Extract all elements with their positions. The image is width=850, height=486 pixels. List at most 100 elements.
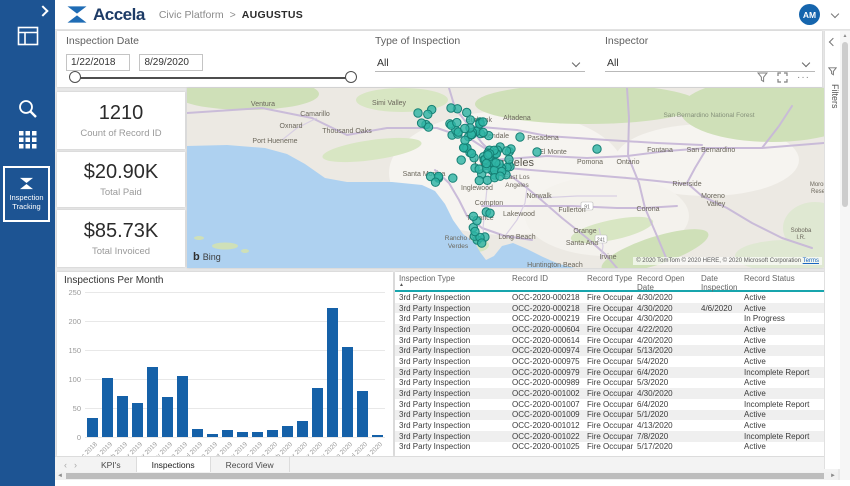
column-header-inspection-type[interactable]: Inspection Type▲ — [395, 274, 508, 287]
terms-link[interactable]: Terms — [803, 258, 819, 264]
map-data-point[interactable] — [459, 144, 467, 152]
map-data-point[interactable] — [486, 209, 494, 217]
accela-logo[interactable]: Accela — [66, 5, 145, 25]
map-data-point[interactable] — [461, 124, 469, 132]
bar-nov-2019[interactable] — [237, 432, 248, 437]
slider-track[interactable] — [75, 77, 351, 79]
table-row[interactable]: 3rd Party InspectionOCC-2020-000614Fire … — [395, 335, 836, 346]
map-data-point[interactable] — [475, 176, 483, 184]
bar-oct-2019[interactable] — [222, 430, 233, 437]
column-header-date-inspection[interactable]: Date Inspection — [697, 274, 740, 292]
map-data-point[interactable] — [496, 172, 504, 180]
map-data-point[interactable] — [484, 151, 492, 159]
date-end-input[interactable]: 8/29/2020 — [139, 54, 203, 71]
table-row[interactable]: 3rd Party InspectionOCC-2020-001009Fire … — [395, 410, 836, 421]
sidebar-item-apps[interactable] — [0, 130, 55, 150]
map-data-point[interactable] — [502, 147, 510, 155]
table-row[interactable]: 3rd Party InspectionOCC-2020-000975Fire … — [395, 356, 836, 367]
bing-map[interactable]: 91241 VenturaCamarilloSimi ValleyOxnardT… — [187, 88, 824, 268]
column-header-record-open-date[interactable]: Record Open Date — [633, 274, 697, 292]
map-data-point[interactable] — [482, 159, 490, 167]
map-data-point[interactable] — [593, 145, 601, 153]
table-row[interactable]: 3rd Party InspectionOCC-2020-000604Fire … — [395, 324, 836, 335]
breadcrumb-app[interactable]: Civic Platform — [159, 9, 224, 21]
map-data-point[interactable] — [516, 133, 524, 141]
tab-inspections[interactable]: Inspections — [137, 457, 211, 472]
sidebar-item-inspection-tracking[interactable]: Inspection Tracking — [3, 166, 50, 222]
table-row[interactable]: 3rd Party InspectionOCC-2020-001007Fire … — [395, 399, 836, 410]
page-scroll-up-icon[interactable]: ▲ — [840, 33, 850, 39]
map-data-point[interactable] — [466, 116, 474, 124]
table-row[interactable]: 3rd Party InspectionOCC-2020-000989Fire … — [395, 378, 836, 389]
map-data-point[interactable] — [471, 227, 479, 235]
bar-apr-2019[interactable] — [147, 367, 158, 437]
table-row[interactable]: 3rd Party InspectionOCC-2020-000974Fire … — [395, 345, 836, 356]
map-data-point[interactable] — [457, 156, 465, 164]
bar-jul-2019[interactable] — [192, 429, 203, 437]
page-scroll-thumb[interactable] — [842, 42, 848, 207]
table-row[interactable]: 3rd Party InspectionOCC-2020-000979Fire … — [395, 367, 836, 378]
map-data-point[interactable] — [478, 239, 486, 247]
map-data-point[interactable] — [417, 119, 425, 127]
bar-mar-2019[interactable] — [132, 403, 143, 437]
map-data-point[interactable] — [453, 118, 461, 126]
tab-record-view[interactable]: Record View — [211, 457, 290, 472]
map-data-point[interactable] — [424, 110, 432, 118]
inspector-dropdown[interactable]: All — [605, 54, 815, 72]
tab-next-icon[interactable]: › — [74, 460, 77, 470]
bar-jul-2020[interactable] — [357, 391, 368, 437]
sidebar-item-dashboard[interactable] — [0, 26, 55, 46]
bar-aug-2020[interactable] — [372, 435, 383, 437]
page-scrollbar[interactable]: ▲ — [840, 31, 850, 480]
map-data-point[interactable] — [431, 178, 439, 186]
table-row[interactable]: 3rd Party InspectionOCC-2020-001025Fire … — [395, 442, 836, 453]
map-data-point[interactable] — [479, 128, 487, 136]
map-data-point[interactable] — [492, 159, 500, 167]
map-data-point[interactable] — [447, 104, 455, 112]
kpi-paid-card[interactable]: $20.90K Total Paid — [57, 152, 185, 207]
bar-feb-2020[interactable] — [282, 426, 293, 437]
bar-feb-2019[interactable] — [117, 396, 128, 437]
bar-jun-2020[interactable] — [342, 347, 353, 437]
bar-jun-2019[interactable] — [177, 376, 188, 437]
horizontal-scrollbar[interactable]: ◄ ► — [55, 472, 838, 480]
column-header-record-type[interactable]: Record Type — [583, 274, 633, 283]
column-header-record-status[interactable]: Record Status — [740, 274, 816, 283]
map-data-point[interactable] — [449, 174, 457, 182]
tab-kpis[interactable]: KPI's — [86, 457, 137, 472]
inspections-table[interactable]: Inspection Type▲Record IDRecord TypeReco… — [395, 272, 836, 456]
avatar-chevron-down-icon[interactable] — [831, 10, 839, 18]
date-start-input[interactable]: 1/22/2018 — [66, 54, 130, 71]
bar-dec-2018[interactable] — [87, 418, 98, 437]
inspections-per-month-chart[interactable]: Inspections Per Month 050100150200250Dec… — [57, 272, 393, 456]
table-row[interactable]: 3rd Party InspectionOCC-2020-001022Fire … — [395, 431, 836, 442]
kpi-invoiced-card[interactable]: $85.73K Total Invoiced — [57, 210, 185, 267]
kpi-count-card[interactable]: 1210 Count of Record ID — [57, 92, 185, 149]
table-row[interactable]: 3rd Party InspectionOCC-2020-000219Fire … — [395, 313, 836, 324]
type-of-inspection-dropdown[interactable]: All — [375, 54, 585, 72]
bar-jan-2019[interactable] — [102, 378, 113, 437]
slider-handle-start[interactable] — [69, 71, 81, 83]
avatar[interactable]: AM — [799, 4, 820, 25]
hscroll-left-icon[interactable]: ◄ — [57, 472, 63, 480]
hscroll-right-icon[interactable]: ► — [830, 472, 836, 480]
map-data-point[interactable] — [479, 118, 487, 126]
map-data-point[interactable] — [414, 109, 422, 117]
table-row[interactable]: 3rd Party InspectionOCC-2020-001012Fire … — [395, 420, 836, 431]
map-visual[interactable]: 91241 VenturaCamarilloSimi ValleyOxnardT… — [187, 88, 824, 268]
expand-filters-icon[interactable] — [828, 38, 836, 46]
tab-prev-icon[interactable]: ‹ — [64, 460, 67, 470]
filter-funnel-icon[interactable] — [757, 72, 768, 83]
sidebar-item-search[interactable] — [0, 98, 55, 120]
bar-sep-2019[interactable] — [207, 434, 218, 437]
filters-pane-collapsed[interactable]: Filters — [824, 31, 840, 469]
slider-handle-end[interactable] — [345, 71, 357, 83]
table-row[interactable]: 3rd Party InspectionOCC-2020-000218Fire … — [395, 303, 836, 314]
map-data-point[interactable] — [467, 149, 475, 157]
map-data-point[interactable] — [469, 212, 477, 220]
more-options-icon[interactable]: ··· — [797, 72, 810, 83]
hscroll-thumb[interactable] — [66, 473, 824, 479]
bar-mar-2020[interactable] — [297, 421, 308, 437]
bar-jan-2020[interactable] — [267, 430, 278, 437]
table-row[interactable]: 3rd Party InspectionOCC-2020-001002Fire … — [395, 388, 836, 399]
